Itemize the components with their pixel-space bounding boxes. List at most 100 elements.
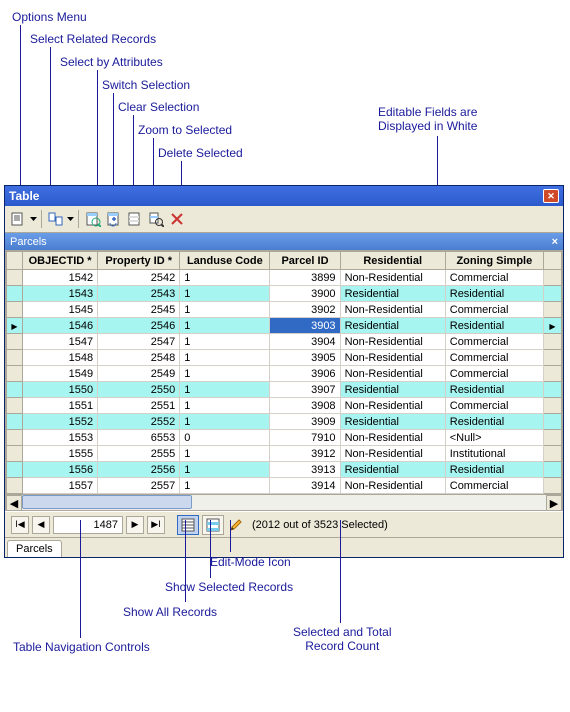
table-row[interactable]: 1557255713914Non-ResidentialCommercial — [7, 478, 562, 494]
cell[interactable]: 3914 — [270, 478, 340, 494]
cell[interactable]: Residential — [340, 286, 445, 302]
cell[interactable]: 2548 — [98, 350, 180, 366]
cell[interactable]: 2552 — [98, 414, 180, 430]
table-row[interactable]: 1550255013907ResidentialResidential — [7, 382, 562, 398]
cell[interactable]: 1 — [180, 350, 270, 366]
cell[interactable]: Commercial — [445, 302, 543, 318]
cell[interactable]: 2549 — [98, 366, 180, 382]
cell[interactable]: Residential — [445, 382, 543, 398]
cell[interactable]: 1553 — [23, 430, 98, 446]
subtitle-close[interactable]: × — [552, 236, 558, 248]
cell[interactable]: 2547 — [98, 334, 180, 350]
cell[interactable]: Non-Residential — [340, 350, 445, 366]
cell[interactable]: Commercial — [445, 398, 543, 414]
related-dropdown-arrow[interactable] — [67, 217, 74, 221]
cell[interactable]: Residential — [445, 286, 543, 302]
col-objectid[interactable]: OBJECTID * — [23, 252, 98, 270]
show-all-button[interactable] — [177, 515, 199, 535]
scroll-track[interactable] — [22, 495, 546, 510]
cell[interactable]: 1548 — [23, 350, 98, 366]
cell[interactable]: 3904 — [270, 334, 340, 350]
row-header[interactable] — [7, 398, 23, 414]
cell[interactable]: 2556 — [98, 462, 180, 478]
cell[interactable]: 1 — [180, 318, 270, 334]
cell[interactable]: 3899 — [270, 270, 340, 286]
cell[interactable]: 3909 — [270, 414, 340, 430]
table-row[interactable]: 1556255613913ResidentialResidential — [7, 462, 562, 478]
corner[interactable] — [7, 252, 23, 270]
record-input[interactable] — [53, 516, 123, 534]
row-header[interactable] — [7, 478, 23, 494]
clear-selection-button[interactable] — [125, 209, 145, 229]
table-row[interactable]: 1549254913906Non-ResidentialCommercial — [7, 366, 562, 382]
cell[interactable]: 2545 — [98, 302, 180, 318]
cell[interactable]: 2551 — [98, 398, 180, 414]
cell[interactable]: 3903 — [270, 318, 340, 334]
nav-last[interactable]: ▶I — [147, 516, 165, 534]
row-header[interactable] — [7, 286, 23, 302]
table-row[interactable]: 1543254313900ResidentialResidential — [7, 286, 562, 302]
cell[interactable]: 1546 — [23, 318, 98, 334]
show-selected-button[interactable] — [202, 515, 224, 535]
cell[interactable]: Commercial — [445, 366, 543, 382]
table-row[interactable]: 1542254213899Non-ResidentialCommercial — [7, 270, 562, 286]
cell[interactable]: 1551 — [23, 398, 98, 414]
horizontal-scrollbar[interactable]: ◀ ▶ — [6, 494, 562, 510]
cell[interactable]: 3912 — [270, 446, 340, 462]
row-header[interactable] — [7, 446, 23, 462]
scroll-right-arrow[interactable]: ▶ — [546, 495, 562, 511]
cell[interactable]: Residential — [445, 414, 543, 430]
col-propertyid[interactable]: Property ID * — [98, 252, 180, 270]
cell[interactable]: 1555 — [23, 446, 98, 462]
options-dropdown-arrow[interactable] — [30, 217, 37, 221]
cell[interactable]: 1 — [180, 382, 270, 398]
row-header[interactable] — [7, 462, 23, 478]
cell[interactable]: 1 — [180, 366, 270, 382]
cell[interactable]: <Null> — [445, 430, 543, 446]
col-residential[interactable]: Residential — [340, 252, 445, 270]
cell[interactable]: 1552 — [23, 414, 98, 430]
delete-selected-button[interactable] — [167, 209, 187, 229]
cell[interactable]: 1543 — [23, 286, 98, 302]
table-row[interactable]: 1546254613903ResidentialResidential — [7, 318, 562, 334]
cell[interactable]: 2555 — [98, 446, 180, 462]
col-zoning[interactable]: Zoning Simple — [445, 252, 543, 270]
switch-selection-button[interactable] — [104, 209, 124, 229]
cell[interactable]: Residential — [445, 462, 543, 478]
select-related-button[interactable] — [46, 209, 66, 229]
cell[interactable]: 3905 — [270, 350, 340, 366]
cell[interactable]: 1 — [180, 334, 270, 350]
cell[interactable]: 3900 — [270, 286, 340, 302]
cell[interactable]: Residential — [340, 318, 445, 334]
select-by-attributes-button[interactable] — [83, 209, 103, 229]
row-header[interactable] — [7, 334, 23, 350]
table-row[interactable]: 1553655307910Non-Residential<Null> — [7, 430, 562, 446]
cell[interactable]: 1 — [180, 286, 270, 302]
nav-next[interactable]: ▶ — [126, 516, 144, 534]
cell[interactable]: 2543 — [98, 286, 180, 302]
cell[interactable]: 0 — [180, 430, 270, 446]
cell[interactable]: 1542 — [23, 270, 98, 286]
cell[interactable]: 3908 — [270, 398, 340, 414]
cell[interactable]: Non-Residential — [340, 446, 445, 462]
cell[interactable]: 1545 — [23, 302, 98, 318]
cell[interactable]: 1550 — [23, 382, 98, 398]
cell[interactable]: 1 — [180, 302, 270, 318]
scroll-left-arrow[interactable]: ◀ — [6, 495, 22, 511]
cell[interactable]: Commercial — [445, 270, 543, 286]
cell[interactable]: 1549 — [23, 366, 98, 382]
cell[interactable]: Non-Residential — [340, 270, 445, 286]
cell[interactable]: 1 — [180, 398, 270, 414]
tab-parcels[interactable]: Parcels — [7, 540, 62, 557]
cell[interactable]: 1547 — [23, 334, 98, 350]
cell[interactable]: Non-Residential — [340, 398, 445, 414]
cell[interactable]: Institutional — [445, 446, 543, 462]
cell[interactable]: Non-Residential — [340, 366, 445, 382]
table-row[interactable]: 1548254813905Non-ResidentialCommercial — [7, 350, 562, 366]
cell[interactable]: 6553 — [98, 430, 180, 446]
row-header[interactable] — [7, 350, 23, 366]
cell[interactable]: 2557 — [98, 478, 180, 494]
table-row[interactable]: 1551255113908Non-ResidentialCommercial — [7, 398, 562, 414]
scroll-thumb[interactable] — [22, 495, 192, 509]
table-row[interactable]: 1552255213909ResidentialResidential — [7, 414, 562, 430]
